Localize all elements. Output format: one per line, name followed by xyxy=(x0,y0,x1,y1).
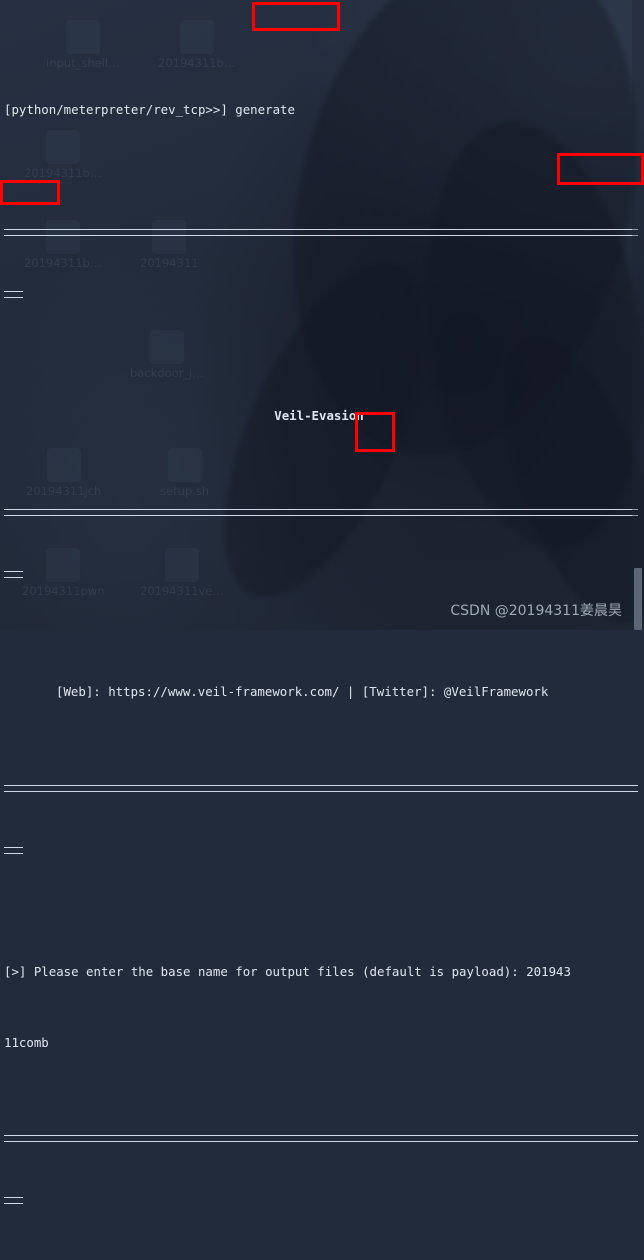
separator-line-1 xyxy=(0,220,644,236)
terminal-line-prompt: [python/meterpreter/rev_tcp>>] generate xyxy=(0,96,644,124)
separator-line-2 xyxy=(0,500,644,516)
basename-value[interactable]: 201943 xyxy=(526,964,571,979)
typed-command[interactable]: generate xyxy=(235,102,295,117)
terminal-scrollbar[interactable] xyxy=(632,0,644,630)
separator-line-2-wrap xyxy=(0,562,644,584)
terminal-output[interactable]: [python/meterpreter/rev_tcp>>] generate … xyxy=(0,0,644,1204)
basename-wrapped-line[interactable]: 11comb xyxy=(0,1032,644,1054)
banner-links-1: [Web]: https://www.veil-framework.com/ |… xyxy=(56,684,549,699)
basename-prompt-text: [>] Please enter the base name for outpu… xyxy=(4,964,512,979)
banner-title-1: Veil-Evasion xyxy=(274,408,364,423)
separator-line-4 xyxy=(0,1126,644,1142)
separator-line-3 xyxy=(0,776,644,792)
csdn-watermark: CSDN @20194311姜晨昊 xyxy=(450,603,622,619)
separator-line-3-wrap xyxy=(0,838,644,864)
terminal-scrollbar-thumb[interactable] xyxy=(634,568,642,630)
shell-prompt: [python/meterpreter/rev_tcp>>] xyxy=(4,102,228,117)
basename-prompt-line: [>] Please enter the base name for outpu… xyxy=(0,960,644,984)
basename-colon: : xyxy=(511,964,519,979)
separator-line-4-wrap xyxy=(0,1188,644,1214)
separator-line-1-wrap xyxy=(0,282,644,308)
